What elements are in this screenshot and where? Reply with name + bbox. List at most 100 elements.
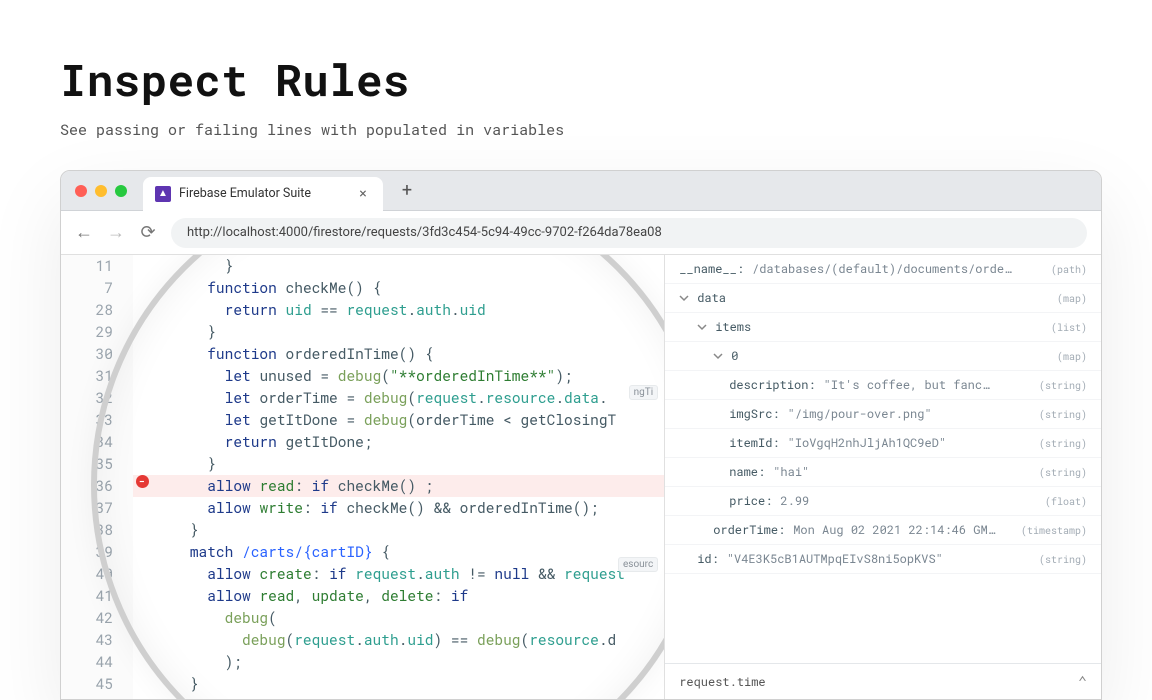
code-line[interactable]: 29 } (61, 321, 664, 343)
page-subtitle: See passing or failing lines with popula… (60, 120, 1152, 140)
field-type: (string) (1039, 466, 1087, 479)
code-text: } (155, 695, 181, 699)
code-text: allow create: if request.auth != null &&… (155, 563, 625, 585)
field-value: Mon Aug 02 2021 22:14:46 GM… (793, 522, 995, 538)
panel-section-request-time[interactable]: request.time ⌃ (665, 663, 1101, 699)
gutter-number: 36 (61, 475, 133, 497)
code-text: } (155, 255, 233, 277)
window-controls (75, 185, 127, 197)
code-line[interactable]: 34 return getItDone; (61, 431, 664, 453)
variables-row[interactable]: __name__: /databases/(default)/documents… (665, 255, 1101, 284)
field-key: data (697, 290, 726, 306)
code-line[interactable]: 28 return uid == request.auth.uid (61, 299, 664, 321)
field-type: (float) (1045, 495, 1087, 508)
forward-icon[interactable]: → (107, 224, 125, 242)
field-key: id: (697, 551, 719, 567)
field-value: "It's coffee, but fanc… (824, 377, 990, 393)
code-line[interactable]: 32 let orderTime = debug(request.resourc… (61, 387, 664, 409)
code-line[interactable]: 36− allow read: if checkMe() ; (61, 475, 664, 497)
field-value: "V4E3K5cB1AUTMpqEIvS8ni5opKVS" (727, 551, 943, 567)
code-line[interactable]: 7 function checkMe() { (61, 277, 664, 299)
code-text: } (155, 453, 216, 475)
browser-tab[interactable]: ▲ Firebase Emulator Suite × (143, 177, 383, 211)
code-line[interactable]: 41 allow read, update, delete: if (61, 585, 664, 607)
chevron-down-icon[interactable] (679, 293, 689, 303)
field-value: /databases/(default)/documents/orde… (752, 261, 1011, 277)
firebase-favicon-icon: ▲ (155, 186, 171, 202)
field-key: imgSrc: (729, 406, 779, 422)
code-text: return getItDone; (155, 431, 373, 453)
code-text: allow read: if checkMe() ; (155, 475, 434, 497)
code-line[interactable]: 38 } (61, 519, 664, 541)
code-line[interactable]: 30 function orderedInTime() { (61, 343, 664, 365)
code-text: } (155, 321, 216, 343)
new-tab-button[interactable]: + (393, 177, 421, 205)
reload-icon[interactable]: ⟳ (139, 224, 157, 242)
field-key: price: (729, 493, 772, 509)
code-line[interactable]: 33 let getItDone = debug(orderTime < get… (61, 409, 664, 431)
variables-row[interactable]: name: "hai"(string) (665, 458, 1101, 487)
gutter-number: 33 (61, 409, 133, 431)
code-text: allow read, update, delete: if (155, 585, 468, 607)
variables-row[interactable]: description: "It's coffee, but fanc… (str… (665, 371, 1101, 400)
field-key: __name__: (679, 261, 744, 277)
code-text: allow write: if checkMe() && orderedInTi… (155, 497, 599, 519)
variables-row[interactable]: imgSrc: "/img/pour-over.png"(string) (665, 400, 1101, 429)
field-type: (map) (1057, 292, 1087, 305)
field-value: "IoVgqH2nhJljAh1QC9eD" (788, 435, 946, 451)
code-line[interactable]: 11 } (61, 255, 664, 277)
gutter-number: 44 (61, 651, 133, 673)
page-title: Inspect Rules (60, 50, 1152, 108)
variables-row[interactable]: orderTime: Mon Aug 02 2021 22:14:46 GM… … (665, 516, 1101, 545)
code-line[interactable]: 40 allow create: if request.auth != null… (61, 563, 664, 585)
code-text: let unused = debug("**orderedInTime**"); (155, 365, 573, 387)
code-text: function checkMe() { (155, 277, 381, 299)
code-line[interactable]: 35 } (61, 453, 664, 475)
code-line[interactable]: 39 match /carts/{cartID} { (61, 541, 664, 563)
field-type: (map) (1057, 350, 1087, 363)
gutter-number: 35 (61, 453, 133, 475)
chevron-down-icon[interactable] (713, 351, 723, 361)
code-line[interactable]: 43 debug(request.auth.uid) == debug(reso… (61, 629, 664, 651)
field-value: "/img/pour-over.png" (788, 406, 932, 422)
variables-row[interactable]: id: "V4E3K5cB1AUTMpqEIvS8ni5opKVS" (stri… (665, 545, 1101, 574)
field-key: itemId: (729, 435, 779, 451)
rules-source[interactable]: 11 }7 function checkMe() {28 return uid … (61, 255, 664, 699)
maximize-window-icon[interactable] (115, 185, 127, 197)
gutter-number: 31 (61, 365, 133, 387)
gutter-number: 45 (61, 673, 133, 695)
code-text: debug(request.auth.uid) == debug(resourc… (155, 629, 616, 651)
code-text: } (155, 673, 199, 695)
field-type: (path) (1051, 263, 1087, 276)
chevron-down-icon[interactable] (697, 322, 707, 332)
tab-title: Firebase Emulator Suite (179, 186, 311, 201)
code-line[interactable]: 42 debug( (61, 607, 664, 629)
variables-row[interactable]: price: 2.99(float) (665, 487, 1101, 516)
minimize-window-icon[interactable] (95, 185, 107, 197)
variables-row[interactable]: itemId: "IoVgqH2nhJljAh1QC9eD" (string) (665, 429, 1101, 458)
code-line[interactable]: 37 allow write: if checkMe() && orderedI… (61, 497, 664, 519)
close-window-icon[interactable] (75, 185, 87, 197)
code-line[interactable]: 31 let unused = debug("**orderedInTime**… (61, 365, 664, 387)
gutter-number: 30 (61, 343, 133, 365)
variables-row[interactable]: data (map) (665, 284, 1101, 313)
back-icon[interactable]: ← (75, 224, 93, 242)
close-tab-icon[interactable]: × (355, 186, 371, 202)
gutter-number: 43 (61, 629, 133, 651)
field-key: orderTime: (713, 522, 785, 538)
code-line[interactable]: 46 } (61, 695, 664, 699)
error-icon: − (136, 475, 149, 488)
gutter-number: 37 (61, 497, 133, 519)
field-type: (string) (1039, 379, 1087, 392)
code-line[interactable]: 45 } (61, 673, 664, 695)
variables-panel: __name__: /databases/(default)/documents… (665, 255, 1101, 699)
field-type: (string) (1039, 437, 1087, 450)
variables-row[interactable]: items (list) (665, 313, 1101, 342)
url-input[interactable]: http://localhost:4000/firestore/requests… (171, 218, 1087, 248)
code-text: let getItDone = debug(orderTime < getClo… (155, 409, 616, 431)
field-key: description: (729, 377, 815, 393)
variables-row[interactable]: 0 (map) (665, 342, 1101, 371)
code-line[interactable]: 44 ); (61, 651, 664, 673)
chevron-up-icon[interactable]: ⌃ (1078, 672, 1087, 692)
gutter-number: 11 (61, 255, 133, 277)
